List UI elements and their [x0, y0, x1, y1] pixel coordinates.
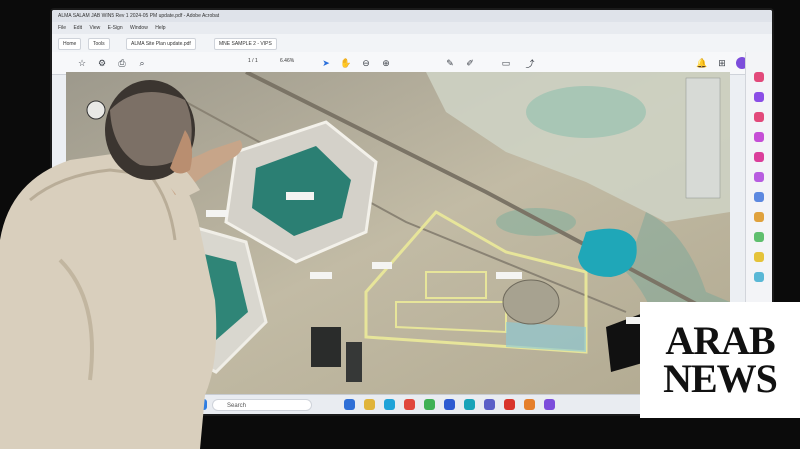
logo-line-2: NEWS [663, 356, 778, 401]
logo-line-1: ARAB [665, 318, 775, 363]
photo-scene: ALMA SALAM JAB WIN5 Rev 1 2024-05 PM upd… [0, 0, 800, 449]
arab-news-logo: ARAB NEWS [640, 302, 800, 418]
